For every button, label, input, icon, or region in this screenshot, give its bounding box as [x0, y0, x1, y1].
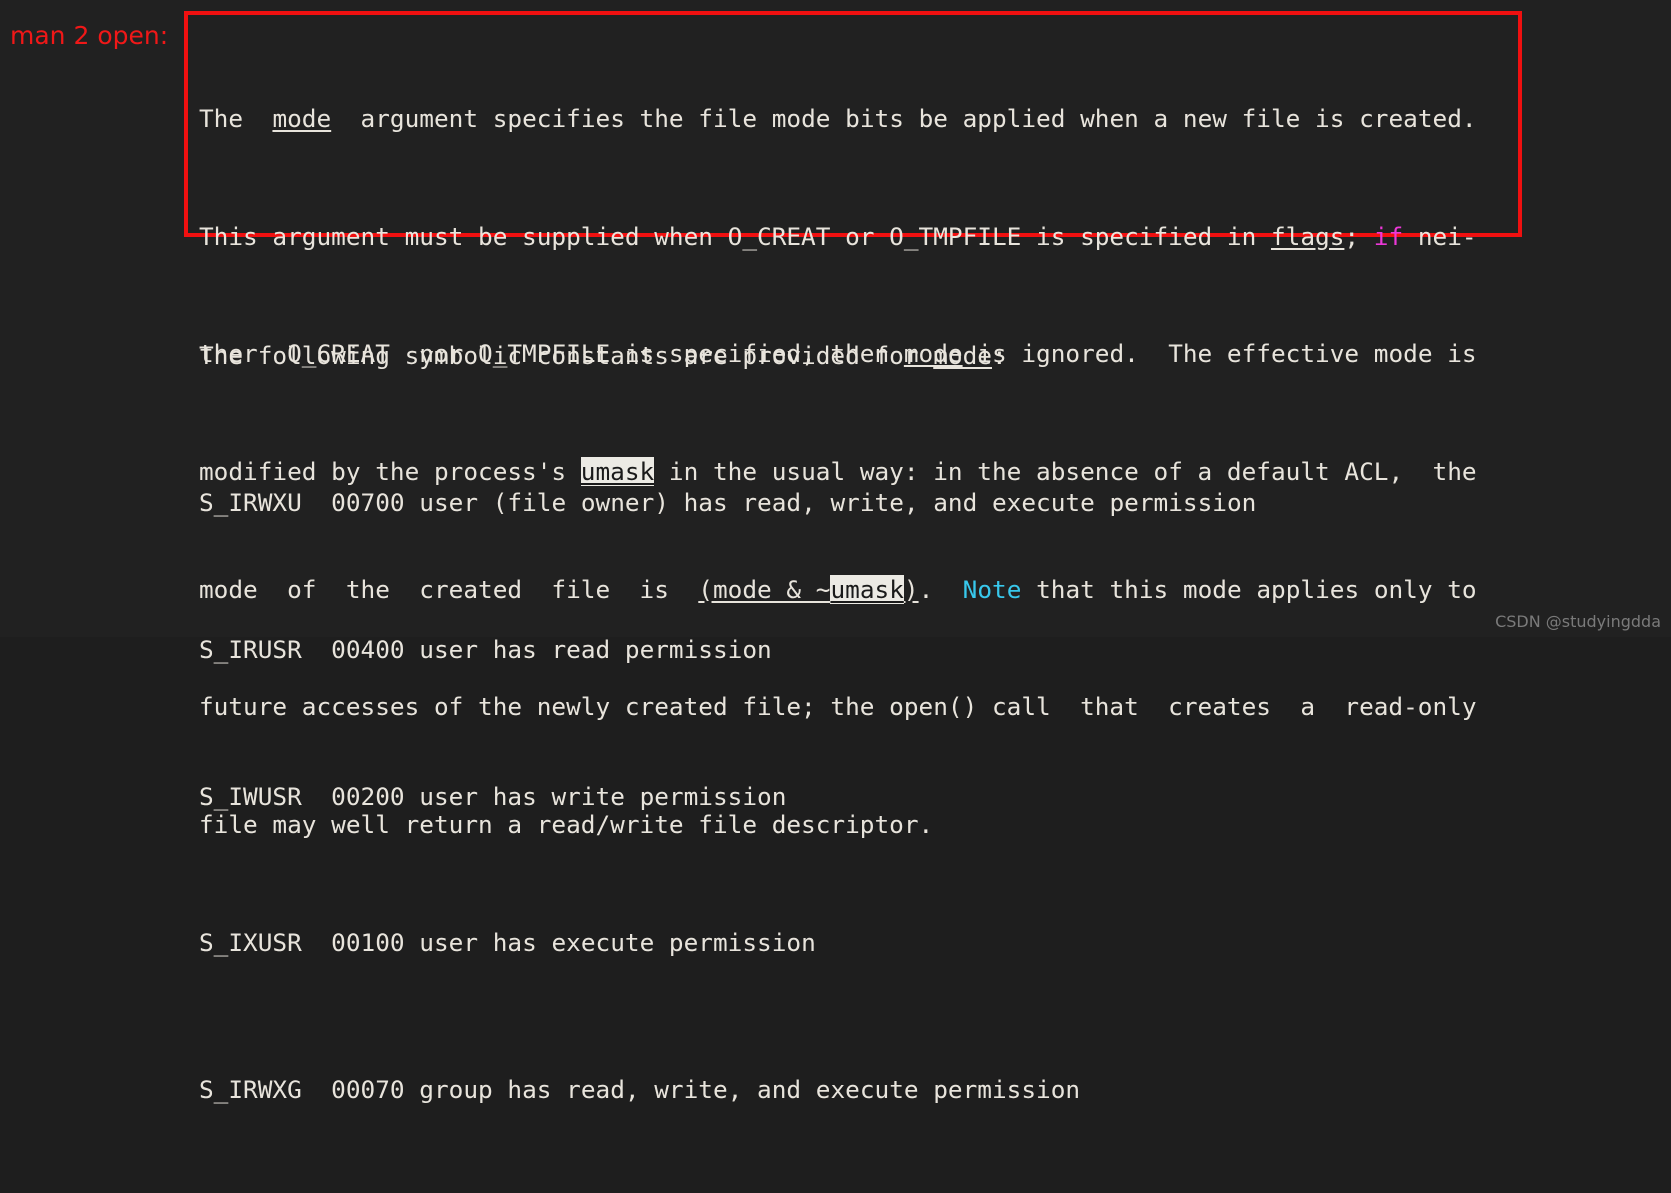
- text-run: argument specifies the file mode bits be…: [331, 104, 1477, 134]
- constant-row: S_IWUSR 00200 user has write permission: [199, 782, 1659, 841]
- constant-name: S_IWUSR: [199, 781, 302, 811]
- constant-description: group has read, write, and execute permi…: [419, 1075, 1081, 1105]
- constant-description: user has execute permission: [419, 928, 816, 958]
- constant-row: S_IRWXU 00700 user (file owner) has read…: [199, 488, 1659, 547]
- constant-name: S_IRUSR: [199, 634, 302, 664]
- symbolic-constants-section: The following symbolic constants are pro…: [199, 253, 1659, 1193]
- constant-description: user has read permission: [419, 634, 772, 664]
- text-run: ;: [1344, 221, 1374, 251]
- keyword-mode: mode: [933, 341, 992, 371]
- text-run: nei-: [1403, 221, 1477, 251]
- constant-description: user (file owner) has read, write, and e…: [419, 488, 1257, 518]
- constants-intro-line: The following symbolic constants are pro…: [199, 341, 1659, 400]
- manpage-line: The mode argument specifies the file mod…: [199, 104, 1659, 133]
- terminal-screen: man 2 open: The mode argument specifies …: [0, 0, 1671, 1104]
- keyword-mode: mode: [272, 104, 332, 134]
- constant-description: user has write permission: [419, 781, 787, 811]
- annotation-label: man 2 open:: [10, 21, 169, 50]
- constant-row: S_IRWXG 00070 group has read, write, and…: [199, 1075, 1659, 1134]
- constant-octal: 00100: [331, 928, 405, 958]
- manpage-line: This argument must be supplied when O_CR…: [199, 222, 1659, 251]
- csdn-watermark: CSDN @studyingdda: [1495, 612, 1661, 631]
- constant-octal: 00070: [331, 1075, 405, 1105]
- constant-octal: 00700: [331, 488, 405, 518]
- constant-name: S_IXUSR: [199, 928, 302, 958]
- text-run: The: [199, 104, 273, 134]
- constant-name: S_IRWXG: [199, 1075, 302, 1105]
- constant-octal: 00200: [331, 781, 405, 811]
- text-run: The following symbolic constants are pro…: [199, 341, 934, 371]
- text-run: :: [991, 341, 1007, 371]
- constant-name: S_IRWXU: [199, 488, 302, 518]
- keyword-flags: flags: [1270, 221, 1345, 251]
- text-run: This argument must be supplied when O_CR…: [199, 221, 1271, 251]
- constant-row: S_IRUSR 00400 user has read permission: [199, 635, 1659, 694]
- constant-row: S_IXUSR 00100 user has execute permissio…: [199, 928, 1659, 987]
- keyword-if: if: [1373, 221, 1404, 251]
- constant-octal: 00400: [331, 634, 405, 664]
